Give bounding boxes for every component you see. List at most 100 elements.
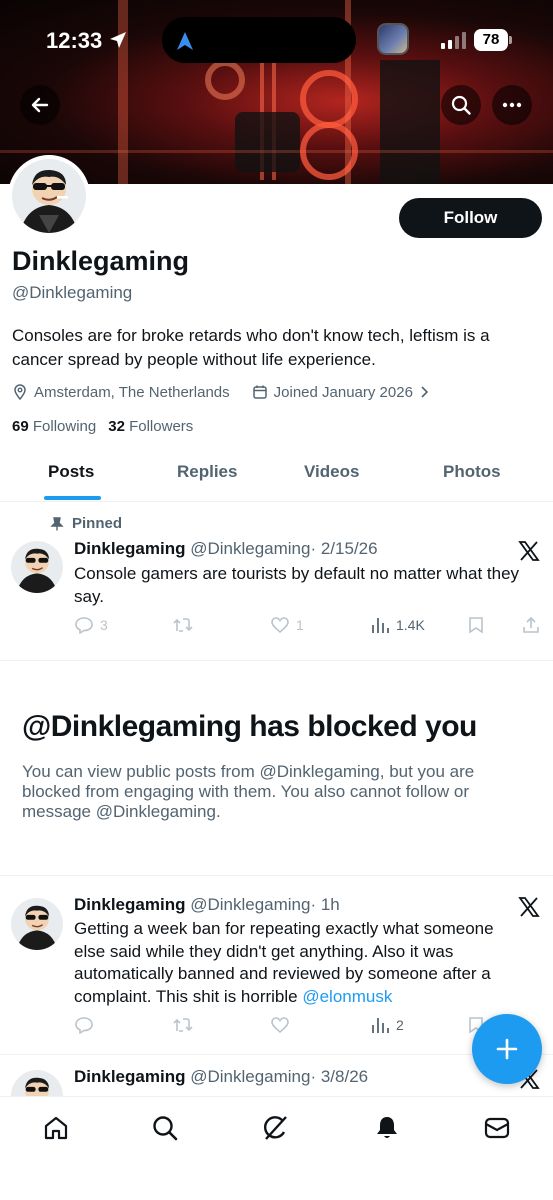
profile-bio: Consoles are for broke retards who don't… [12, 326, 490, 369]
active-tab-indicator [44, 496, 101, 500]
pinned-label: Pinned [50, 515, 122, 532]
views-chart-icon [372, 1018, 389, 1033]
navigation-arrow-icon [177, 32, 193, 50]
post-text[interactable]: Getting a week ban for repeating exactly… [74, 918, 529, 1008]
nav-messages[interactable] [482, 1113, 512, 1143]
battery-tip [509, 36, 512, 44]
reply-icon [75, 1017, 93, 1034]
heart-icon [271, 617, 289, 634]
post-author-handle[interactable]: @Dinklegaming [190, 1067, 310, 1086]
like-count: 1 [296, 617, 304, 633]
divider [0, 660, 553, 661]
bottom-navigation [0, 1096, 553, 1200]
location-pin-icon [14, 384, 26, 400]
repost-icon [173, 1018, 193, 1032]
search-icon [153, 1116, 178, 1141]
more-dots-icon [502, 102, 522, 108]
home-icon [44, 1116, 68, 1140]
post-header: Dinklegaming @Dinklegaming· 3/8/26 [74, 1067, 368, 1087]
views-button[interactable]: 1.4K [370, 616, 425, 634]
signal-icon [441, 31, 467, 49]
reply-button[interactable] [74, 1016, 94, 1034]
nav-grok[interactable] [261, 1113, 291, 1143]
battery-indicator: 78 [474, 29, 508, 51]
post-avatar[interactable] [11, 898, 63, 950]
cartoon-avatar-image [12, 159, 86, 233]
blocked-description: You can view public posts from @Dinklega… [22, 762, 475, 821]
mention-link[interactable]: @elonmusk [302, 987, 392, 1006]
post-timestamp[interactable]: · 2/15/26 [310, 539, 377, 558]
chevron-right-icon[interactable] [419, 385, 429, 399]
post-author-handle[interactable]: @Dinklegaming [190, 895, 310, 914]
tab-photos[interactable]: Photos [443, 462, 501, 482]
nav-home[interactable] [41, 1113, 71, 1143]
share-icon [523, 616, 539, 633]
bookmark-icon [469, 617, 483, 634]
nav-notifications[interactable] [372, 1113, 402, 1143]
repost-button[interactable] [172, 616, 194, 634]
now-playing-thumbnail [377, 23, 409, 55]
reply-button[interactable]: 3 [74, 616, 108, 634]
tab-replies[interactable]: Replies [177, 462, 237, 482]
more-button[interactable] [492, 85, 532, 125]
search-button[interactable] [441, 85, 481, 125]
post-header: Dinklegaming @Dinklegaming· 1h [74, 895, 340, 915]
post-timestamp[interactable]: · 3/8/26 [310, 1067, 368, 1086]
post-author-name[interactable]: Dinklegaming [74, 539, 185, 558]
post-header: Dinklegaming @Dinklegaming· 2/15/26 [74, 539, 378, 559]
heart-icon [271, 1017, 289, 1034]
plus-icon [496, 1038, 518, 1060]
post-text[interactable]: Console gamers are tourists by default n… [74, 563, 529, 608]
post-actions: 3 1 1.4K [74, 616, 544, 638]
cartoon-avatar-image [11, 541, 63, 593]
grok-icon [263, 1116, 287, 1140]
divider [0, 1054, 553, 1055]
repost-icon [173, 618, 193, 632]
calendar-icon [252, 385, 267, 399]
mail-icon [484, 1117, 510, 1139]
tab-videos[interactable]: Videos [304, 462, 359, 482]
back-button[interactable] [20, 85, 60, 125]
views-button[interactable]: 2 [370, 1016, 404, 1034]
views-count: 2 [396, 1017, 404, 1033]
post-author-name[interactable]: Dinklegaming [74, 1067, 185, 1086]
search-icon [451, 95, 471, 115]
x-logo-icon [518, 897, 540, 917]
profile-location: Amsterdam, The Netherlands [34, 383, 230, 401]
profile-tabs: Posts Replies Videos Photos [0, 448, 553, 502]
post-author-handle[interactable]: @Dinklegaming [190, 539, 310, 558]
nav-search[interactable] [150, 1113, 180, 1143]
reply-icon [75, 617, 93, 634]
profile-avatar[interactable] [8, 155, 90, 237]
profile-handle: @Dinklegaming [12, 283, 133, 302]
like-button[interactable] [270, 1016, 290, 1034]
following-link[interactable]: 69 Following [12, 418, 96, 435]
tab-posts[interactable]: Posts [48, 462, 94, 482]
location-arrow-icon [110, 32, 126, 48]
share-button[interactable] [522, 616, 540, 634]
arrow-left-icon [31, 97, 49, 113]
post-timestamp[interactable]: · 1h [310, 895, 339, 914]
reply-count: 3 [100, 617, 108, 633]
views-chart-icon [372, 618, 389, 633]
follow-counts: 69 Following 32 Followers [12, 418, 193, 435]
profile-display-name: Dinklegaming [12, 246, 190, 276]
profile-meta: Amsterdam, The Netherlands Joined Januar… [12, 381, 429, 403]
follow-button[interactable]: Follow [399, 198, 542, 238]
cartoon-avatar-image [11, 898, 63, 950]
bookmark-button[interactable] [468, 616, 484, 634]
post-actions: 2 [74, 1016, 544, 1038]
compose-button[interactable] [472, 1014, 542, 1084]
followers-link[interactable]: 32 Followers [108, 418, 193, 435]
blocked-title: @Dinklegaming has blocked you [22, 710, 477, 743]
post-avatar[interactable] [11, 541, 63, 593]
like-button[interactable]: 1 [270, 616, 304, 634]
pin-icon [50, 516, 64, 530]
profile-joined-date[interactable]: Joined January 2026 [274, 384, 413, 401]
post-author-name[interactable]: Dinklegaming [74, 895, 185, 914]
repost-button[interactable] [172, 1016, 194, 1034]
x-logo-icon [518, 541, 540, 561]
divider [0, 875, 553, 876]
views-count: 1.4K [396, 617, 425, 633]
status-time: 12:33 [46, 28, 103, 53]
